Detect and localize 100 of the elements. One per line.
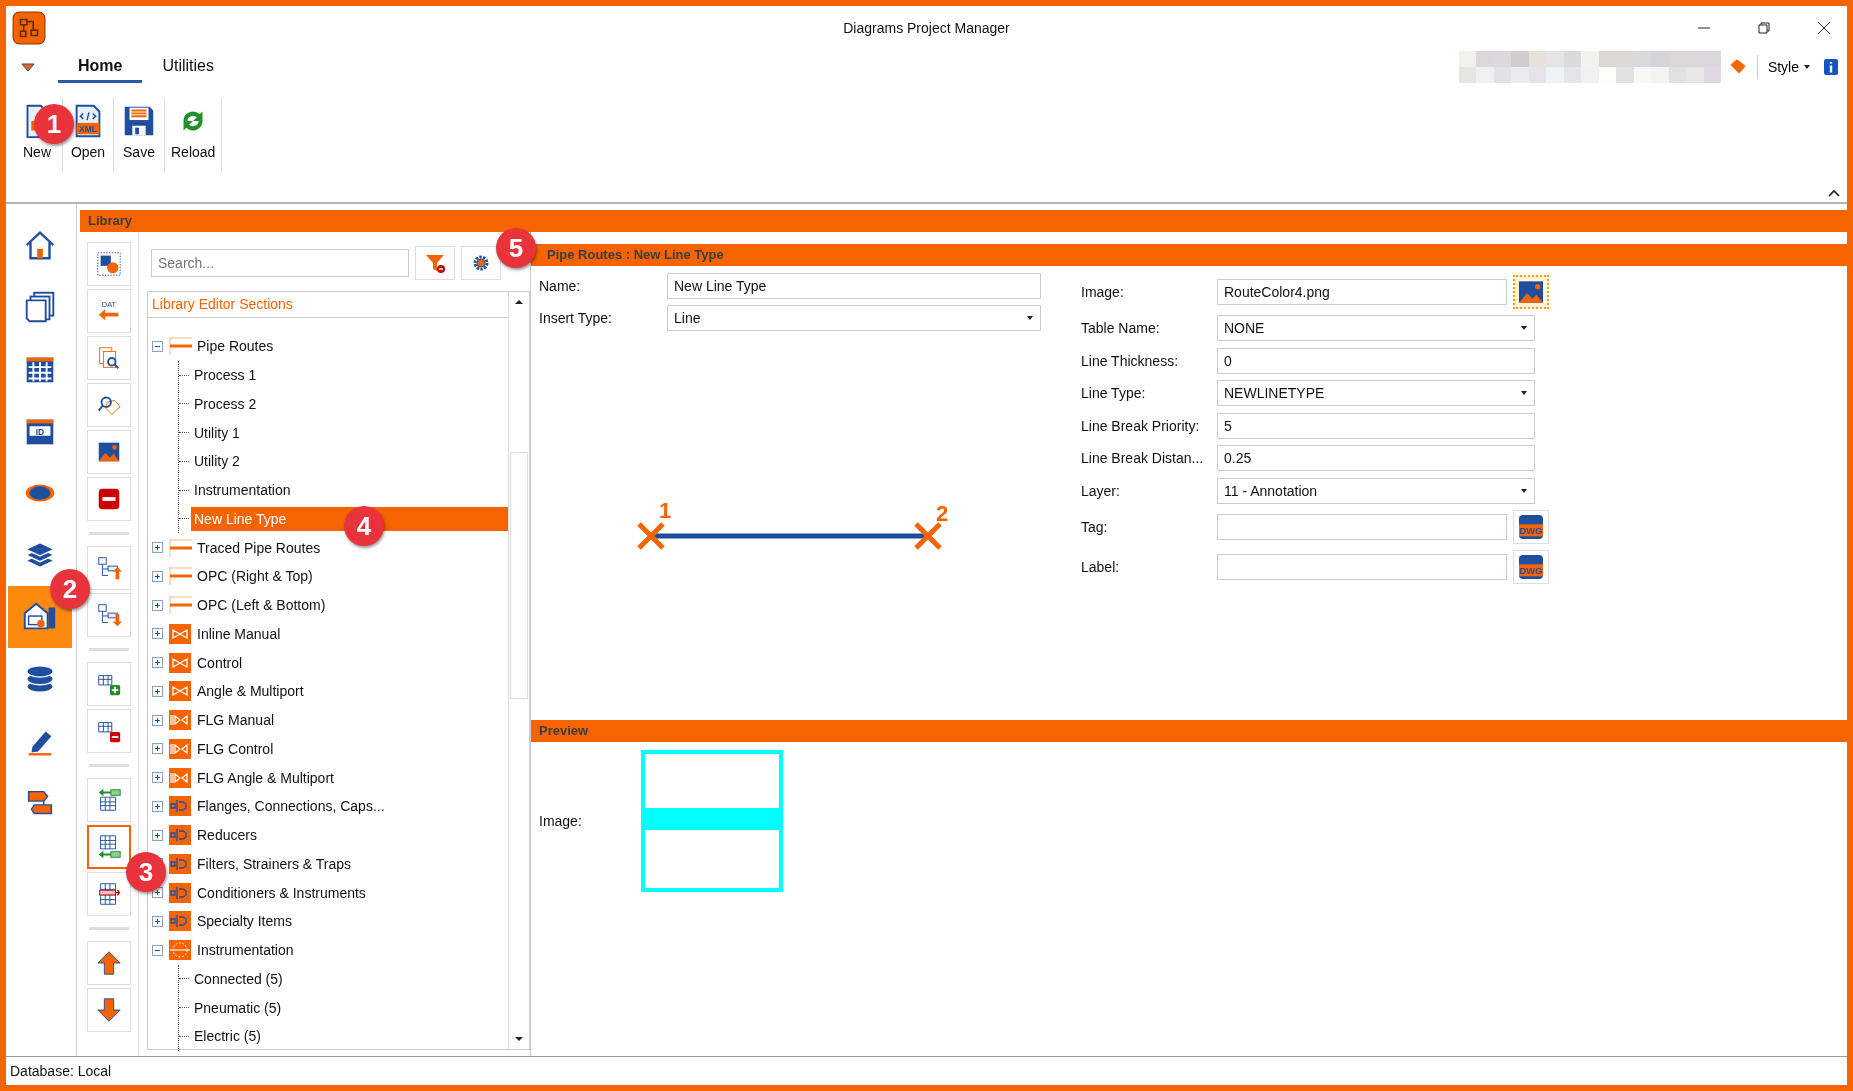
text-field[interactable]: 5	[1217, 412, 1535, 439]
field-label: Label:	[1081, 559, 1121, 575]
expander-icon[interactable]	[152, 599, 163, 611]
field-label: Line Break Distan...	[1081, 450, 1205, 467]
fitting-icon	[167, 852, 193, 875]
field-label: Image:	[1081, 284, 1125, 300]
tree-item[interactable]: Pneumatic (5)	[191, 995, 285, 1020]
line-icon	[167, 565, 193, 588]
app-icon	[12, 11, 46, 45]
editor-header: Pipe Routes : New Line Type	[531, 244, 1847, 266]
tool-button[interactable]: DAT	[87, 289, 131, 333]
text-field[interactable]: 0.25	[1217, 445, 1535, 472]
line-icon	[167, 335, 193, 358]
expander-icon[interactable]	[152, 944, 163, 956]
expander-icon[interactable]	[152, 542, 163, 554]
text-field[interactable]: 0	[1217, 347, 1535, 374]
dropdown[interactable]: NONE	[1217, 315, 1535, 342]
tree-item[interactable]: Flanges, Connections, Caps...	[194, 794, 388, 819]
expander-icon[interactable]	[152, 800, 163, 812]
tree-item[interactable]: Instrumentation	[194, 938, 297, 963]
callout-tooltip: 1	[34, 104, 74, 144]
tree-item[interactable]: Process 2	[191, 391, 260, 416]
tree-item[interactable]: FLG Angle & Multiport	[194, 765, 337, 790]
callout-tooltip: 4	[344, 506, 384, 546]
valve-icon	[167, 651, 193, 674]
field-label: Layer:	[1081, 482, 1121, 499]
text-field[interactable]: New Line Type	[667, 273, 1041, 299]
tree-item[interactable]: Utility 1	[191, 420, 243, 445]
flanged-valve-icon	[167, 766, 193, 789]
field-label: Line Break Priority:	[1081, 417, 1201, 434]
shapes-icon	[95, 250, 123, 278]
field-label: Name:	[539, 278, 582, 294]
search-field[interactable]: Search...	[151, 249, 409, 277]
scrollbar[interactable]	[508, 292, 529, 1049]
ribbon-button[interactable]: Save	[114, 98, 164, 164]
dropdown-arrow-icon	[1026, 314, 1034, 322]
filter-clear-button[interactable]	[415, 246, 455, 280]
fitting-icon	[167, 881, 193, 904]
expander-icon[interactable]	[152, 772, 163, 784]
tree-item[interactable]: Inline Manual	[194, 621, 284, 646]
library-header: Library	[80, 210, 1847, 232]
down-arrow-icon	[95, 996, 123, 1024]
tree-down-icon	[95, 601, 123, 629]
browse-image-button[interactable]	[1513, 275, 1549, 309]
tree-up-icon	[95, 554, 123, 582]
tree-item[interactable]: Pipe Routes	[194, 334, 277, 359]
field-label: Image:	[539, 813, 583, 829]
close-icon[interactable]	[1817, 21, 1831, 35]
ribbon-tab[interactable]: Utilities	[142, 51, 234, 83]
expander-icon[interactable]	[152, 714, 163, 726]
tree-item[interactable]: Reducers	[194, 823, 260, 848]
text-field[interactable]	[1217, 554, 1507, 580]
dropdown-arrow-icon	[1520, 486, 1528, 495]
tree-item[interactable]: FLG Control	[194, 736, 277, 761]
tree-item[interactable]: Instrumentation	[191, 478, 294, 503]
info-icon[interactable]	[1821, 57, 1841, 77]
dropdown[interactable]: 11 - Annotation	[1217, 477, 1535, 504]
fitting-icon	[167, 795, 193, 818]
preview-header: Preview	[531, 720, 1847, 742]
ribbon-button[interactable]: Reload	[165, 98, 222, 164]
collapse-icon[interactable]	[1827, 188, 1841, 198]
style-menu[interactable]: Style	[1765, 57, 1813, 77]
tree-item[interactable]: Specialty Items	[194, 909, 295, 934]
tree-header: Library Editor Sections	[148, 292, 508, 318]
expander-icon[interactable]	[152, 743, 163, 755]
tree-item[interactable]: Process 1	[191, 363, 260, 388]
callout-tooltip: 3	[126, 852, 166, 892]
restore-icon[interactable]	[1757, 21, 1771, 35]
expander-icon[interactable]	[152, 915, 163, 927]
field-label: Insert Type:	[539, 310, 613, 326]
fitting-icon	[167, 824, 193, 847]
tree-item[interactable]: Conditioners & Instruments	[194, 880, 369, 905]
tree-item[interactable]: OPC (Right & Top)	[194, 564, 316, 589]
expander-icon[interactable]	[152, 657, 163, 669]
ribbon-tab[interactable]: Home	[58, 51, 143, 83]
tree-item[interactable]: OPC (Left & Bottom)	[194, 593, 329, 618]
field-label: Table Name:	[1081, 320, 1161, 337]
valve-icon	[167, 680, 193, 703]
expander-icon[interactable]	[152, 570, 163, 582]
tree-item[interactable]: Traced Pipe Routes	[194, 535, 324, 560]
expander-icon[interactable]	[152, 685, 163, 697]
expander-icon[interactable]	[152, 340, 163, 352]
valve-icon	[167, 622, 193, 645]
tree-item[interactable]: Filters, Strainers & Traps	[194, 851, 355, 876]
tree-item[interactable]: Control	[194, 650, 246, 675]
expander-icon[interactable]	[152, 628, 163, 640]
tree-item[interactable]: Angle & Multiport	[194, 679, 307, 704]
text-field[interactable]	[1217, 514, 1507, 540]
tree-item[interactable]: Connected (5)	[191, 966, 286, 991]
tree-item[interactable]: Utility 2	[191, 449, 243, 474]
settings-button[interactable]	[461, 246, 501, 280]
tool-button[interactable]	[87, 825, 131, 869]
dropdown[interactable]: NEWLINETYPE	[1217, 380, 1535, 407]
flanged-valve-icon	[167, 709, 193, 732]
expander-icon[interactable]	[152, 829, 163, 841]
text-field[interactable]: RouteColor4.png	[1217, 279, 1507, 305]
dropdown[interactable]: Line	[667, 305, 1041, 331]
tree-item[interactable]: Electric (5)	[191, 1024, 264, 1049]
nav-button[interactable]: ID	[8, 400, 72, 462]
tree-item[interactable]: FLG Manual	[194, 708, 278, 733]
